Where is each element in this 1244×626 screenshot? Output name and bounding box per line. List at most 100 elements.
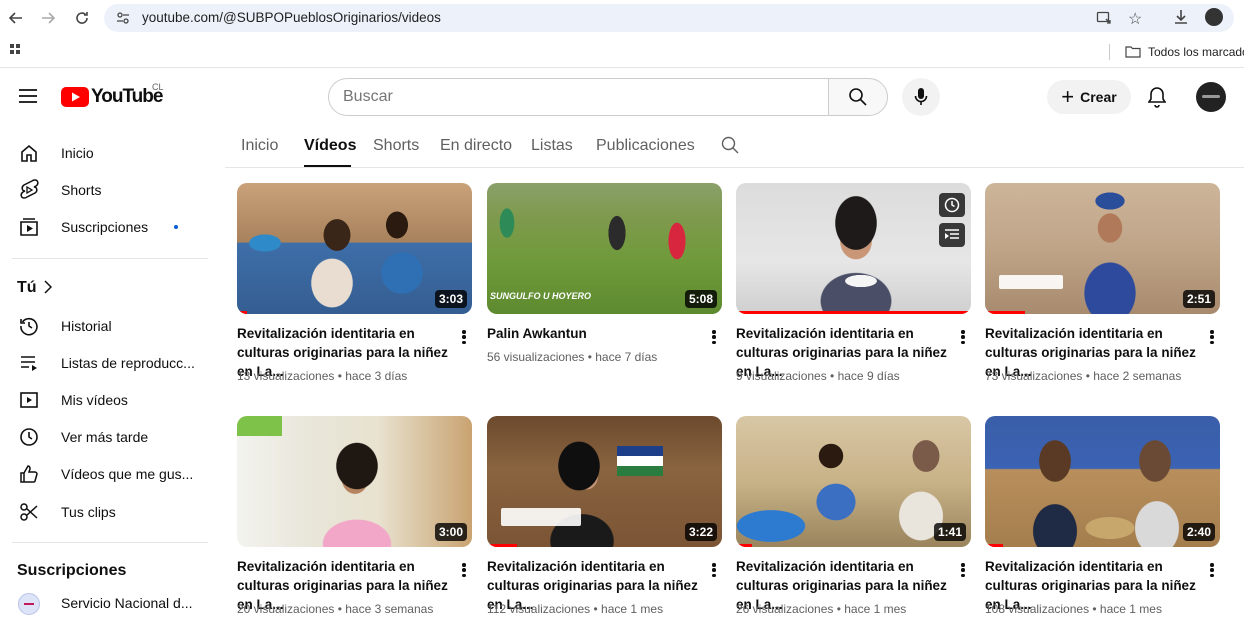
sidebar-item-label: Tus clips	[61, 503, 116, 520]
forward-icon[interactable]	[36, 6, 60, 30]
apps-grid-icon[interactable]	[10, 44, 22, 63]
sidebar-item-clips[interactable]: Tus clips	[0, 493, 215, 530]
video-meta: 9 visualizaciones • hace 9 días	[736, 369, 900, 383]
video-duration: 1:41	[933, 523, 966, 541]
search-input[interactable]: Buscar	[343, 88, 393, 106]
video-duration: 3:22	[684, 523, 717, 541]
sidebar-item-label: Ver más tarde	[61, 428, 149, 445]
video-title[interactable]: Palin Awkantun	[487, 324, 702, 343]
youtube-logo[interactable]: YouTube	[61, 85, 163, 109]
back-icon[interactable]	[4, 6, 28, 30]
channel-search-icon[interactable]	[721, 136, 739, 159]
more-options-icon[interactable]	[956, 561, 970, 579]
reload-icon[interactable]	[70, 6, 94, 30]
sidebar-you-section[interactable]: Tú	[0, 269, 215, 306]
tab-home[interactable]: Inicio	[241, 137, 278, 155]
video-card[interactable]: SUNGULFO U HOYERO 5:08 Palin Awkantun 56…	[487, 183, 727, 393]
shorts-icon	[18, 178, 40, 201]
all-bookmarks-link[interactable]: Todos los marcadores	[1148, 45, 1244, 59]
bookmark-star-icon[interactable]: ☆	[1128, 9, 1142, 29]
video-thumbnail[interactable]: 3:00	[237, 416, 472, 547]
sidebar-item-home[interactable]: Inicio	[0, 134, 215, 171]
sidebar-item-watch-later[interactable]: Ver más tarde	[0, 418, 215, 455]
sidebar-item-playlists[interactable]: Listas de reproducc...	[0, 344, 215, 381]
video-card[interactable]: 2:40 Revitalización identitaria en cultu…	[985, 416, 1225, 626]
more-options-icon[interactable]	[457, 561, 471, 579]
new-content-dot	[174, 225, 178, 229]
sidebar-item-subscription-channel[interactable]: Servicio Nacional d...	[0, 584, 215, 621]
add-to-queue-overlay-icon[interactable]	[939, 223, 965, 247]
search-icon	[849, 88, 867, 106]
sidebar-item-label: Mis vídeos	[61, 391, 128, 408]
more-options-icon[interactable]	[707, 561, 721, 579]
video-meta: 20 visualizaciones • hace 3 semanas	[237, 602, 434, 616]
notifications-bell-icon[interactable]	[1147, 86, 1167, 113]
search-box[interactable]: Buscar	[328, 78, 830, 116]
menu-icon[interactable]	[18, 88, 38, 109]
video-thumbnail[interactable]	[736, 183, 971, 314]
home-icon	[18, 142, 40, 164]
video-thumbnail[interactable]: 3:03	[237, 183, 472, 314]
create-button[interactable]: + Crear	[1047, 80, 1131, 114]
tab-shorts[interactable]: Shorts	[373, 137, 419, 155]
tab-posts[interactable]: Publicaciones	[596, 137, 695, 155]
history-icon	[18, 315, 40, 337]
sidebar-item-label: Servicio Nacional d...	[61, 594, 193, 611]
sidebar-item-shorts[interactable]: Shorts	[0, 171, 215, 208]
watch-progress-bar	[736, 311, 971, 314]
sidebar-item-label: Suscripciones	[61, 218, 149, 235]
more-options-icon[interactable]	[1205, 561, 1219, 579]
account-avatar[interactable]	[1196, 82, 1226, 112]
channel-avatar	[18, 593, 40, 615]
my-videos-icon	[18, 389, 40, 411]
video-card[interactable]: 2:51 Revitalización identitaria en cultu…	[985, 183, 1225, 393]
tab-live[interactable]: En directo	[440, 137, 512, 155]
video-thumbnail[interactable]: 3:22	[487, 416, 722, 547]
tab-playlists[interactable]: Listas	[531, 137, 573, 155]
region-code: CL	[152, 82, 164, 92]
youtube-header: YouTube CL Buscar + Crear	[0, 68, 1244, 124]
channel-logo-icon	[24, 603, 34, 605]
more-options-icon[interactable]	[1205, 328, 1219, 346]
plus-icon: +	[1061, 84, 1075, 109]
video-meta: 112 visualizaciones • hace 1 mes	[487, 602, 664, 616]
video-card[interactable]: 3:22 Revitalización identitaria en cultu…	[487, 416, 727, 626]
more-options-icon[interactable]	[707, 328, 721, 346]
video-thumbnail[interactable]: 2:51	[985, 183, 1220, 314]
sidebar-item-label: Shorts	[61, 181, 102, 198]
sidebar-item-history[interactable]: Historial	[0, 307, 215, 344]
more-options-icon[interactable]	[457, 328, 471, 346]
video-card[interactable]: 1:41 Revitalización identitaria en cultu…	[736, 416, 976, 626]
video-card[interactable]: 3:00 Revitalización identitaria en cultu…	[237, 416, 477, 626]
sidebar-item-subscriptions[interactable]: Suscripciones	[0, 208, 215, 245]
video-thumbnail[interactable]: 1:41	[736, 416, 971, 547]
microphone-icon	[914, 88, 928, 105]
video-thumbnail[interactable]: 2:40	[985, 416, 1220, 547]
subscriptions-icon	[18, 216, 40, 238]
video-meta: 13 visualizaciones • hace 3 días	[237, 369, 408, 383]
sidebar-item-label: Vídeos que me gus...	[61, 465, 194, 482]
video-meta: 26 visualizaciones • hace 1 mes	[736, 602, 907, 616]
sidebar-item-liked-videos[interactable]: Vídeos que me gus...	[0, 455, 215, 492]
video-card[interactable]: Revitalización identitaria en culturas o…	[736, 183, 976, 393]
voice-search-button[interactable]	[902, 78, 940, 116]
watch-later-overlay-icon[interactable]	[939, 193, 965, 217]
sidebar-item-my-videos[interactable]: Mis vídeos	[0, 381, 215, 418]
tab-videos[interactable]: Vídeos	[304, 137, 356, 155]
playlists-icon	[18, 352, 40, 374]
search-button[interactable]	[828, 78, 888, 116]
sidebar-item-label: Historial	[61, 317, 112, 334]
url-text[interactable]: youtube.com/@SUBPOPueblosOriginarios/vid…	[142, 10, 441, 25]
name-lower-third	[999, 275, 1063, 289]
watch-progress-bar	[985, 544, 1003, 547]
watch-later-icon	[18, 426, 40, 448]
video-card[interactable]: 3:03 Revitalización identitaria en cultu…	[237, 183, 477, 393]
more-options-icon[interactable]	[956, 328, 970, 346]
address-bar[interactable]: youtube.com/@SUBPOPueblosOriginarios/vid…	[104, 4, 1234, 32]
install-app-icon[interactable]	[1096, 10, 1112, 31]
site-settings-icon[interactable]	[116, 11, 130, 30]
video-thumbnail[interactable]: SUNGULFO U HOYERO 5:08	[487, 183, 722, 314]
sidebar-divider	[12, 258, 208, 259]
profile-avatar-icon[interactable]	[1205, 8, 1223, 26]
download-icon[interactable]	[1172, 8, 1190, 31]
